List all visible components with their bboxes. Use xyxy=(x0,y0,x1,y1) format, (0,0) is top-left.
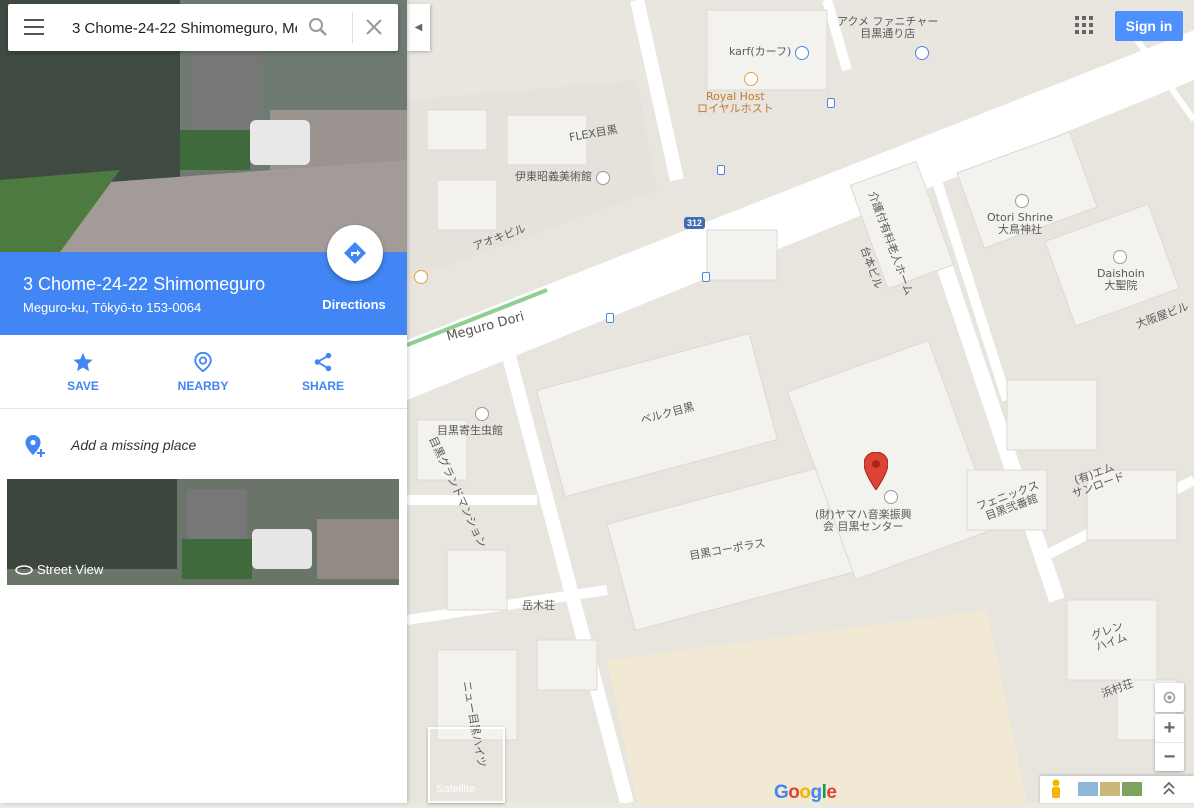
street-view-icon xyxy=(15,564,33,575)
directions-label[interactable]: Directions xyxy=(313,297,395,312)
street-view-thumbnail[interactable]: Street View xyxy=(7,479,399,585)
map-label-daishoin: Daishoin 大聖院 xyxy=(1097,267,1145,292)
bottom-bar-icons xyxy=(1052,779,1175,798)
my-location-button[interactable] xyxy=(1155,683,1184,712)
map-roads xyxy=(407,0,1194,803)
share-button[interactable]: SHARE xyxy=(283,351,363,393)
map-label-otori: Otori Shrine 大鳥神社 xyxy=(987,211,1054,236)
temple-icon[interactable] xyxy=(1113,250,1127,264)
restaurant-icon[interactable] xyxy=(414,270,428,284)
route-shield: 312 xyxy=(684,217,706,229)
map-label-akume: アクメ ファニチャー 目黒通り店 xyxy=(837,15,939,40)
expand-icon xyxy=(1163,781,1175,795)
imagery-thumb xyxy=(1122,782,1142,796)
museum-icon[interactable] xyxy=(475,407,489,421)
imagery-thumb xyxy=(1078,782,1098,796)
nearby-icon xyxy=(194,351,212,373)
add-missing-place[interactable]: Add a missing place xyxy=(0,409,407,479)
caret-left-icon: ◀ xyxy=(414,22,423,33)
bus-stop-icon[interactable] xyxy=(702,272,710,282)
place-title: 3 Chome-24-22 Shimomeguro xyxy=(23,274,266,294)
side-panel: 3 Chome-24-22 Shimomeguro Meguro-ku, Tōk… xyxy=(0,0,407,803)
sign-in-button[interactable]: Sign in xyxy=(1115,11,1183,41)
nearby-button[interactable]: NEARBY xyxy=(163,351,243,393)
place-address: Meguro-ku, Tōkyō-to 153-0064 xyxy=(23,300,202,315)
divider xyxy=(352,12,353,43)
apps-grid-icon[interactable] xyxy=(1075,16,1095,36)
street-view-caption: Street View xyxy=(15,562,103,577)
shop-icon[interactable] xyxy=(795,46,809,60)
satellite-toggle[interactable]: Satellite xyxy=(428,727,505,803)
nearby-label: NEARBY xyxy=(177,379,229,393)
map-label-yamaha: (財)ヤマハ音楽振興会 目黒センター xyxy=(815,508,912,533)
pegman-icon xyxy=(1052,779,1060,798)
imagery-thumb xyxy=(1100,782,1120,796)
star-icon xyxy=(73,352,93,372)
satellite-label: Satellite xyxy=(436,783,476,795)
search-box xyxy=(8,4,398,51)
zoom-control: + − xyxy=(1155,714,1184,771)
street-view-label: Street View xyxy=(37,562,104,577)
google-logo: Google xyxy=(774,782,837,803)
close-icon[interactable] xyxy=(363,16,385,38)
zoom-out-button[interactable]: − xyxy=(1155,743,1184,771)
search-icon[interactable] xyxy=(308,17,328,37)
venue-icon[interactable] xyxy=(884,490,898,504)
my-location-icon xyxy=(1163,691,1176,704)
map-bottom-bar xyxy=(1040,776,1194,803)
directions-button[interactable] xyxy=(327,225,383,281)
search-input[interactable] xyxy=(70,15,299,41)
collapse-panel-button[interactable]: ◀ xyxy=(407,4,430,51)
menu-icon[interactable] xyxy=(24,19,44,35)
share-label: SHARE xyxy=(301,379,344,393)
museum-icon[interactable] xyxy=(596,171,610,185)
save-button[interactable]: SAVE xyxy=(43,351,123,393)
place-actions: SAVE NEARBY SHARE xyxy=(0,335,407,409)
restaurant-icon[interactable] xyxy=(744,72,758,86)
map-label-ito: 伊東昭義美術館 xyxy=(515,170,592,183)
shrine-icon[interactable] xyxy=(1015,194,1029,208)
zoom-in-button[interactable]: + xyxy=(1155,714,1184,743)
map-label-kiseichu: 目黒寄生虫館 xyxy=(437,424,503,437)
save-label: SAVE xyxy=(67,379,99,393)
map-canvas[interactable]: アクメ ファニチャー 目黒通り店 karf(カーフ) Royal Host ロイヤル… xyxy=(407,0,1194,803)
add-place-label: Add a missing place xyxy=(71,437,197,453)
map-label-gakuki: 岳木荘 xyxy=(522,599,555,612)
map-label-karf: karf(カーフ) xyxy=(729,45,792,58)
location-marker-icon[interactable] xyxy=(864,452,888,490)
bus-stop-icon[interactable] xyxy=(606,313,614,323)
shop-icon[interactable] xyxy=(915,46,929,60)
map-label-royal-host: Royal Host ロイヤルホスト xyxy=(697,90,774,115)
bus-stop-icon[interactable] xyxy=(717,165,725,175)
bus-stop-icon[interactable] xyxy=(827,98,835,108)
share-icon xyxy=(314,352,332,372)
add-place-icon xyxy=(25,435,45,457)
directions-icon xyxy=(344,242,366,264)
